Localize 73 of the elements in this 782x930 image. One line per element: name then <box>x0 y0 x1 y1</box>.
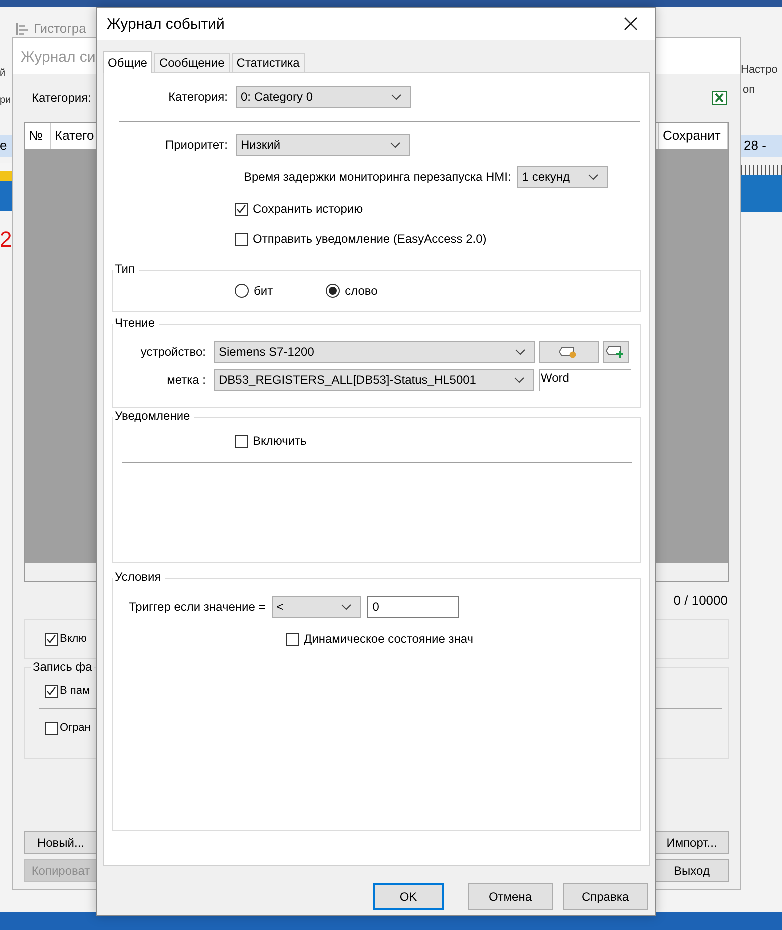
chevron-down-icon <box>588 174 600 180</box>
data-type-field: Word <box>539 369 631 391</box>
calendar-tab[interactable]: е <box>0 135 12 157</box>
checkbox-label: В пам <box>60 685 90 697</box>
field-label: Время задержки мониторинга перезапуска HMI: <box>244 170 512 184</box>
field-label: Категория: <box>32 91 92 105</box>
tag-settings-button[interactable] <box>539 341 599 363</box>
timeline-band <box>741 175 782 212</box>
group-title: Чтение <box>113 316 160 330</box>
dialog-button[interactable]: Отмена <box>468 883 553 910</box>
window-title: Журнал событий <box>107 16 225 32</box>
checkbox-label: Вклю <box>60 633 87 645</box>
checkbox-label: Отправить уведомление (EasyAccess 2.0) <box>253 232 487 246</box>
checkbox[interactable] <box>45 632 58 646</box>
dialog-button[interactable]: Импорт... <box>655 831 729 854</box>
field-label: Приоритет: <box>164 138 228 152</box>
record-counter: 0 / 10000 <box>674 593 728 608</box>
checkbox[interactable] <box>235 232 248 246</box>
dialog-button[interactable]: Новый... <box>24 831 98 854</box>
checkbox-label: Динамическое состояние знач <box>304 632 474 646</box>
checkbox[interactable] <box>45 722 58 734</box>
radio-label: слово <box>345 284 378 298</box>
ribbon-label: ри <box>0 94 12 108</box>
add-tag-icon <box>606 345 626 359</box>
ribbon-label: й <box>0 67 7 81</box>
field-label: метка : <box>166 373 206 387</box>
radio-button[interactable] <box>326 284 340 298</box>
dialog-button[interactable]: Выход <box>655 859 729 882</box>
tab[interactable]: Сообщение <box>154 53 230 72</box>
checkbox[interactable] <box>45 684 58 698</box>
calendar-tab[interactable]: 28 - <box>741 135 782 157</box>
priority-dropdown[interactable]: Низкий <box>236 134 410 156</box>
chevron-down-icon <box>390 142 401 148</box>
tag-icon <box>559 345 579 359</box>
checkbox[interactable] <box>235 202 248 216</box>
delay-dropdown[interactable]: 1 секунд <box>517 166 608 188</box>
field-label: Триггер если значение = <box>129 600 266 614</box>
checkbox-label: Огран <box>60 722 91 734</box>
checkbox-label: Включить <box>253 434 307 448</box>
group-title: Уведомление <box>113 409 194 423</box>
ribbon-label: оп <box>743 83 756 98</box>
counter-number: 2 <box>0 227 12 253</box>
checkbox-label: Сохранить историю <box>253 202 364 216</box>
tag-dropdown[interactable]: DB53_REGISTERS_ALL[DB53]-Status_HL5001 <box>214 369 534 391</box>
group-title: Запись фа <box>31 660 94 674</box>
timeline-ruler <box>741 165 782 175</box>
ribbon-label: Настро <box>741 63 778 78</box>
checkbox[interactable] <box>286 632 299 646</box>
category-dropdown[interactable]: 0: Category 0 <box>236 86 411 108</box>
radio-label: бит <box>254 284 274 298</box>
checkbox[interactable] <box>235 434 248 448</box>
add-tag-button[interactable] <box>603 341 629 363</box>
chevron-down-icon <box>515 348 526 356</box>
group-title: Условия <box>113 570 166 584</box>
field-label: устройство: <box>140 345 206 359</box>
device-dropdown[interactable]: Siemens S7-1200 <box>214 341 535 363</box>
chevron-down-icon <box>340 604 352 610</box>
dialog-button[interactable]: OK <box>373 883 444 910</box>
operator-dropdown[interactable]: < <box>272 596 361 618</box>
column-header[interactable]: Сохранит <box>659 123 728 149</box>
tab[interactable]: Общие <box>103 51 152 73</box>
chevron-down-icon <box>514 376 525 384</box>
radio-button[interactable] <box>235 284 249 298</box>
tab[interactable]: Статистика <box>232 53 305 72</box>
chart-icon <box>16 22 30 34</box>
chevron-down-icon <box>391 94 402 100</box>
field-label: Категория: <box>168 90 228 104</box>
value-input[interactable]: 0 <box>366 596 459 618</box>
dialog-button[interactable]: Справка <box>563 883 648 910</box>
close-icon[interactable] <box>624 17 638 31</box>
group-title: Тип <box>113 262 140 276</box>
column-header[interactable]: № <box>25 123 51 149</box>
spreadsheet-icon[interactable] <box>712 91 727 105</box>
